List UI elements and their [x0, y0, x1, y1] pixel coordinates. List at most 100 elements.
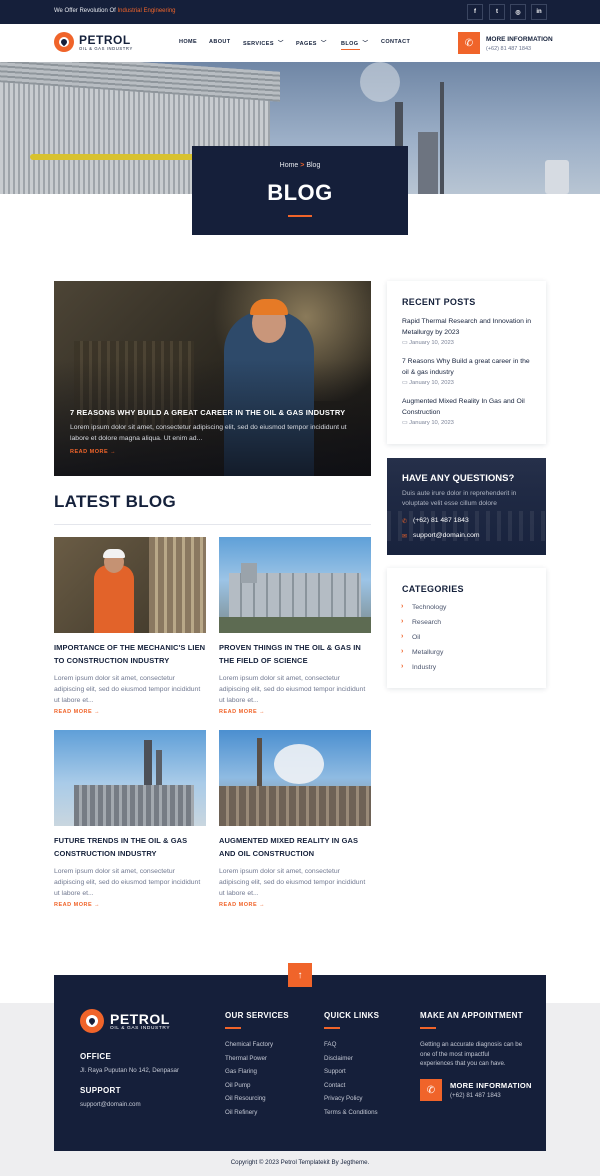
header-info-title: MORE INFORMATION — [486, 36, 553, 43]
hero-smoke — [360, 62, 400, 102]
footer-quick-link[interactable]: Support — [324, 1068, 346, 1075]
gear-logo-icon — [54, 32, 74, 52]
blog-card-excerpt: Lorem ipsum dolor sit amet, consectetur … — [54, 675, 201, 704]
blog-card-excerpt: Lorem ipsum dolor sit amet, consectetur … — [219, 675, 366, 704]
footer-quick-link[interactable]: Disclaimer — [324, 1055, 353, 1062]
featured-title[interactable]: 7 REASONS WHY BUILD A GREAT CAREER IN TH… — [70, 408, 345, 417]
questions-phone[interactable]: (+62) 81 487 1843 — [413, 517, 469, 524]
questions-heading: HAVE ANY QUESTIONS? — [402, 473, 515, 484]
footer-info-title: MORE INFORMATION — [450, 1081, 532, 1090]
phone-icon[interactable]: ✆ — [458, 32, 480, 54]
blog-card-excerpt: Lorem ipsum dolor sit amet, consectetur … — [219, 868, 366, 897]
breadcrumb: Home > Blog — [192, 162, 408, 169]
footer-service-link[interactable]: Gas Flaring — [225, 1068, 257, 1075]
blog-card-image[interactable] — [219, 537, 371, 633]
categories-widget: CATEGORIES › Technology › Research › Oil… — [387, 568, 546, 688]
appointment-heading: MAKE AN APPOINTMENT — [420, 1011, 523, 1020]
blog-card-image[interactable] — [219, 730, 371, 826]
arrow-up-icon: ↑ — [297, 969, 303, 981]
latest-blog-heading: LATEST BLOG — [54, 492, 176, 511]
categories-heading: CATEGORIES — [402, 584, 464, 594]
recent-post-title[interactable]: 7 Reasons Why Build a great career in th… — [402, 357, 534, 378]
recent-post-date: ▭ January 10, 2023 — [402, 380, 454, 386]
nav-home[interactable]: HOME — [179, 39, 197, 45]
services-heading: OUR SERVICES — [225, 1011, 289, 1020]
blog-card-read-more[interactable]: READ MORE → — [54, 709, 100, 715]
facebook-icon[interactable]: f — [467, 4, 483, 20]
phone-icon[interactable]: ✆ — [420, 1079, 442, 1101]
site-logo[interactable]: PETROL OIL & GAS INDUSTRY — [54, 32, 133, 52]
linkedin-icon[interactable]: in — [531, 4, 547, 20]
chevron-down-icon: ﹀ — [362, 41, 369, 47]
category-link[interactable]: Research — [412, 619, 441, 626]
footer-quick-link[interactable]: Contact — [324, 1082, 345, 1089]
category-link[interactable]: Industry — [412, 664, 436, 671]
footer-info-phone[interactable]: (+62) 81 487 1843 — [450, 1092, 501, 1099]
logo-subtitle: OIL & GAS INDUSTRY — [79, 45, 133, 51]
nav-blog-label: BLOG — [341, 41, 359, 47]
blog-card-title[interactable]: FUTURE TRENDS IN THE OIL & GAS CONSTRUCT… — [54, 834, 206, 860]
blog-card-image[interactable] — [54, 537, 206, 633]
footer-service-link[interactable]: Thermal Power — [225, 1055, 267, 1062]
blog-card-read-more[interactable]: READ MORE → — [54, 902, 100, 908]
blog-card-title[interactable]: AUGMENTED MIXED REALITY IN GAS AND OIL C… — [219, 834, 371, 860]
footer-service-link[interactable]: Oil Refinery — [225, 1109, 257, 1116]
envelope-icon: ✉ — [402, 534, 408, 540]
recent-posts-widget: RECENT POSTS Rapid Thermal Research and … — [387, 281, 546, 444]
footer-logo[interactable]: PETROL OIL & GAS INDUSTRY — [80, 1009, 170, 1033]
blog-card-image[interactable] — [54, 730, 206, 826]
hero-silo — [545, 160, 569, 194]
divider — [54, 524, 371, 525]
nav-contact[interactable]: CONTACT — [381, 39, 410, 45]
header-info-phone[interactable]: (+62) 81 487 1843 — [486, 46, 531, 52]
office-address: Jl. Raya Puputan No 142, Denpasar — [80, 1067, 180, 1074]
footer-quick-link[interactable]: Privacy Policy — [324, 1095, 363, 1102]
blog-card-title[interactable]: IMPORTANCE OF THE MECHANIC'S LIEN TO CON… — [54, 641, 206, 667]
footer-quick-link[interactable]: FAQ — [324, 1041, 336, 1048]
heading-underline — [225, 1027, 241, 1029]
recent-post-date-text: January 10, 2023 — [409, 340, 454, 346]
recent-post-date: ▭ January 10, 2023 — [402, 420, 454, 426]
back-to-top-button[interactable]: ↑ — [288, 963, 312, 987]
footer-quick-link[interactable]: Terms & Conditions — [324, 1109, 378, 1116]
heading-underline — [324, 1027, 340, 1029]
featured-excerpt: Lorem ipsum dolor sit amet, consectetur … — [70, 424, 347, 442]
recent-posts-heading: RECENT POSTS — [402, 297, 476, 307]
featured-overlay — [54, 281, 371, 476]
featured-read-more[interactable]: READ MORE → — [70, 449, 116, 455]
copyright: Copyright © 2023 Petrol Templatekit By J… — [230, 1159, 370, 1166]
category-link[interactable]: Oil — [412, 634, 420, 641]
nav-pages[interactable]: PAGES ﹀ — [296, 39, 327, 47]
nav-about[interactable]: ABOUT — [209, 39, 231, 45]
footer-service-link[interactable]: Chemical Factory — [225, 1041, 273, 1048]
nav-services-label: SERVICES — [243, 41, 274, 47]
questions-description: Duis aute irure dolor in reprehenderit i… — [402, 490, 517, 507]
blog-card-read-more[interactable]: READ MORE → — [219, 902, 265, 908]
nav-blog[interactable]: BLOG ﹀ — [341, 39, 369, 50]
category-link[interactable]: Technology — [412, 604, 446, 611]
nav-services[interactable]: SERVICES ﹀ — [243, 39, 284, 47]
breadcrumb-current: Blog — [306, 162, 321, 169]
blog-card-title[interactable]: PROVEN THINGS IN THE OIL & GAS IN THE FI… — [219, 641, 371, 667]
chevron-right-icon: › — [401, 648, 404, 655]
page-title: BLOG — [267, 180, 333, 205]
header: PETROL OIL & GAS INDUSTRY HOME ABOUT SER… — [0, 24, 600, 62]
chevron-down-icon: ﹀ — [277, 41, 284, 47]
hero-pipe — [30, 154, 200, 160]
recent-post-title[interactable]: Augmented Mixed Reality In Gas and Oil C… — [402, 397, 534, 418]
instagram-icon[interactable]: ◎ — [510, 4, 526, 20]
nav-pages-label: PAGES — [296, 41, 317, 47]
footer-service-link[interactable]: Oil Resourcing — [225, 1095, 266, 1102]
category-link[interactable]: Metallurgy — [412, 649, 443, 656]
footer-service-link[interactable]: Oil Pump — [225, 1082, 250, 1089]
support-email[interactable]: support@domain.com — [80, 1101, 141, 1108]
chevron-right-icon: › — [401, 663, 404, 670]
breadcrumb-home[interactable]: Home — [280, 162, 299, 169]
twitter-icon[interactable]: t — [489, 4, 505, 20]
featured-post[interactable]: 7 REASONS WHY BUILD A GREAT CAREER IN TH… — [54, 281, 371, 476]
footer-logo-name: PETROL — [110, 1010, 170, 1027]
blog-card-read-more[interactable]: READ MORE → — [219, 709, 265, 715]
questions-email[interactable]: support@domain.com — [413, 532, 480, 539]
tagline: We Offer Revolution Of Industrial Engine… — [54, 8, 176, 14]
recent-post-title[interactable]: Rapid Thermal Research and Innovation in… — [402, 317, 534, 338]
